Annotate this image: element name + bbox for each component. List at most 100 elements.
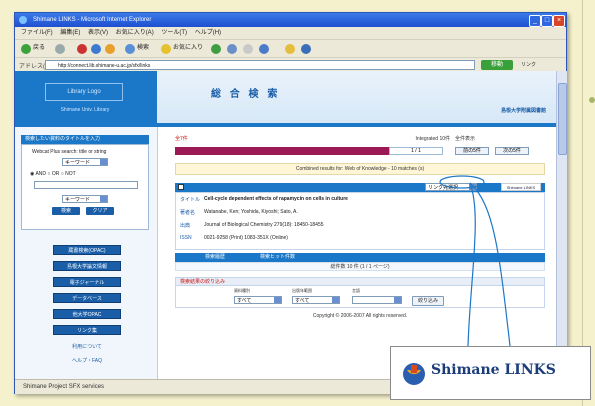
sidebar-heading: 検索したい資料のタイトルを入力 — [21, 135, 149, 144]
maximize-icon[interactable]: □ — [541, 15, 553, 27]
shimane-links-button[interactable]: Shimane LINKS — [501, 183, 541, 191]
record-select[interactable]: リンク先選択 — [425, 183, 477, 191]
close-icon[interactable]: × — [553, 15, 565, 27]
menu-edit[interactable]: 編集(E) — [60, 27, 80, 39]
browser-window: Shimane LINKS - Microsoft Internet Explo… — [14, 12, 567, 394]
print-icon[interactable] — [259, 44, 269, 54]
filter-type-select[interactable]: すべて — [234, 296, 282, 304]
nav-other-opac[interactable]: 他大学OPAC — [53, 309, 121, 319]
main-panel: 全7件 Integrated 10件 全件表示 1 / 1 前の5件 次の5件 … — [165, 127, 550, 379]
back-icon[interactable] — [21, 44, 31, 54]
menu-tools[interactable]: ツール(T) — [161, 27, 187, 39]
combined-results[interactable]: Combined results for: Web of Knowledge -… — [175, 163, 545, 175]
messenger-icon[interactable] — [301, 44, 311, 54]
history-title: 検索履歴 検索ヒット件数 — [205, 254, 296, 260]
mail-icon[interactable] — [243, 44, 253, 54]
vertical-scrollbar[interactable] — [556, 71, 567, 379]
usage-link[interactable]: 利用について — [53, 343, 121, 350]
media-icon[interactable] — [211, 44, 221, 54]
header-band: 総 合 検 索 島根大学附属図書館 — [157, 71, 556, 123]
folder-icon[interactable] — [285, 44, 295, 54]
record-checkbox[interactable] — [178, 184, 184, 190]
menu-view[interactable]: 表示(V) — [88, 27, 108, 39]
page-title: 総 合 検 索 — [211, 89, 281, 100]
library-home-link[interactable]: 島根大学附属図書館 — [501, 107, 546, 114]
address-input[interactable]: http://connect.lib.shimane-u.ac.jp/sfx/l… — [45, 60, 475, 70]
search-button[interactable]: 検索 — [137, 43, 149, 54]
next-button[interactable]: 次の5件 — [495, 147, 529, 155]
history-row[interactable]: 総件数 10 件 (1 / 1 ページ) — [175, 262, 545, 271]
history-header: 検索履歴 検索ヒット件数 — [175, 253, 545, 262]
minimize-icon[interactable]: _ — [529, 15, 541, 27]
field-select-1[interactable]: キーワード — [62, 158, 108, 166]
links-toolbar-label[interactable]: リンク — [521, 60, 536, 71]
record-body: タイトル Cell-cycle dependent effects of rap… — [175, 192, 545, 250]
help-link[interactable]: ヘルプ・FAQ — [53, 357, 121, 364]
menu-file[interactable]: ファイル(F) — [21, 27, 53, 39]
record-label: タイトル — [180, 197, 201, 203]
status-text: Shimane Project SFX services — [23, 384, 105, 390]
prev-button[interactable]: 前の5件 — [455, 147, 489, 155]
results-integrated[interactable]: Integrated 10件 全件表示 — [416, 135, 475, 142]
filter-label: 言語 — [352, 288, 360, 293]
menu-help[interactable]: ヘルプ(H) — [195, 27, 221, 39]
filter-body: 資料種別 出版年範囲 言語 すべて すべて 絞り込み — [175, 286, 545, 308]
star-icon[interactable] — [161, 44, 171, 54]
stop-icon[interactable] — [77, 44, 87, 54]
forward-icon[interactable] — [55, 44, 65, 54]
copyright: Copyright © 2006-2007 All rights reserve… — [312, 313, 408, 319]
filter-label: 資料種別 — [234, 288, 250, 293]
filter-year-select[interactable]: すべて — [292, 296, 340, 304]
results-progress-bar — [175, 147, 389, 155]
title-bar: Shimane LINKS - Microsoft Internet Explo… — [15, 13, 566, 27]
nav-databases[interactable]: データベース — [53, 293, 121, 303]
search-input[interactable] — [34, 181, 138, 189]
pager[interactable]: 1 / 1 — [389, 147, 443, 155]
filter-lang-select[interactable] — [352, 296, 402, 304]
favorites-button[interactable]: お気に入り — [173, 43, 203, 54]
filter-label: 出版年範囲 — [292, 288, 312, 293]
search-label: Webcat Plus search: title or string — [32, 149, 107, 155]
record-label: 出典 — [180, 223, 191, 229]
nav-ejournals[interactable]: 電子ジャーナル — [53, 277, 121, 287]
record-label: ISSN — [180, 235, 192, 241]
field-select-2[interactable]: キーワード — [62, 195, 108, 203]
record-issn: 0021-9258 (Print) 1083-351X (Online) — [204, 235, 288, 241]
history-icon[interactable] — [227, 44, 237, 54]
search-button[interactable]: 検索 — [52, 207, 80, 215]
shimane-links-label: Shimane LINKS — [431, 362, 556, 378]
menu-bar: ファイル(F) 編集(E) 表示(V) お気に入り(A) ツール(T) ヘルプ(… — [15, 27, 566, 39]
nav-link-list[interactable]: リンク集 — [53, 325, 121, 335]
menu-favorites[interactable]: お気に入り(A) — [116, 27, 154, 39]
logo-area: Library Logo Shimane Univ. Library — [15, 71, 157, 123]
bullet-dot — [589, 97, 595, 103]
go-button[interactable]: 移動 — [481, 60, 513, 70]
record-header: リンク先選択 Shimane LINKS — [175, 183, 545, 192]
nav-opac[interactable]: 蔵書検索(OPAC) — [53, 245, 121, 255]
shimane-links-logo-icon — [403, 363, 425, 385]
page-content: Library Logo Shimane Univ. Library 総 合 検… — [15, 71, 556, 379]
sidebar-search-box: Webcat Plus search: title or string キーワー… — [21, 144, 149, 230]
refresh-icon[interactable] — [91, 44, 101, 54]
record-source: Journal of Biological Chemistry 279(18):… — [204, 222, 324, 228]
boolean-radios[interactable]: ◉ AND ○ OR ○ NOT — [30, 171, 76, 177]
results-summary: 全7件 Integrated 10件 全件表示 — [175, 135, 545, 143]
library-logo[interactable]: Library Logo — [45, 83, 123, 101]
search-icon[interactable] — [125, 44, 135, 54]
filter-header: 検索結果の絞り込み — [175, 277, 545, 286]
nav-papers[interactable]: 島根大学論文情報 — [53, 261, 121, 271]
record-title[interactable]: Cell-cycle dependent effects of rapamyci… — [204, 196, 348, 202]
record-authors: Watanabe, Ken; Yoshida, Kiyoshi; Sato, A… — [204, 209, 298, 215]
clear-button[interactable]: クリア — [86, 207, 114, 215]
scroll-thumb[interactable] — [558, 83, 567, 155]
shimane-links-callout: Shimane LINKS — [390, 346, 591, 400]
toolbar: 戻る 検索 お気に入り — [15, 39, 566, 58]
window-title: Shimane LINKS - Microsoft Internet Explo… — [33, 17, 152, 23]
sidebar: 検索したい資料のタイトルを入力 Webcat Plus search: titl… — [15, 127, 158, 379]
home-icon[interactable] — [105, 44, 115, 54]
results-count: 全7件 — [175, 136, 188, 142]
ie-icon — [19, 16, 27, 24]
back-button[interactable]: 戻る — [33, 43, 45, 54]
record-label: 著者名 — [180, 210, 196, 216]
filter-button[interactable]: 絞り込み — [412, 296, 444, 306]
